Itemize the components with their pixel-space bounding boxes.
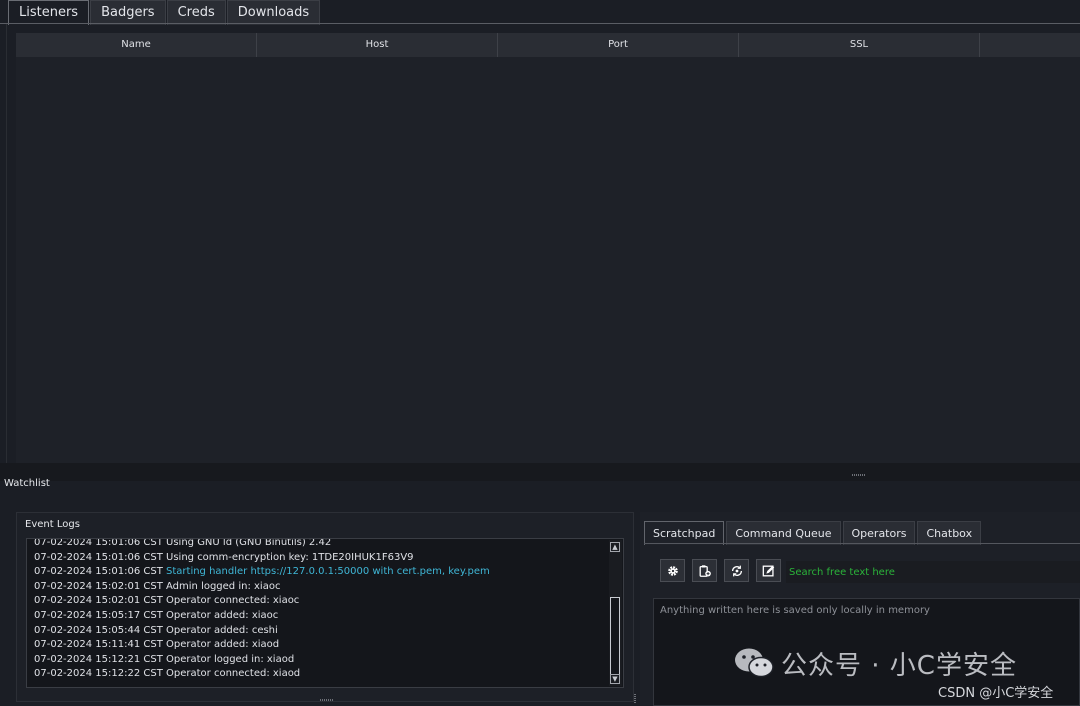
log-timestamp: 07-02-2024 15:11:41 CST: [34, 639, 167, 651]
watchlist-label: Watchlist: [4, 478, 50, 489]
log-timestamp: 07-02-2024 15:01:06 CST: [34, 538, 167, 548]
log-message: Operator connected: xiaoc: [166, 595, 300, 607]
log-message: Operator connected: xiaod: [166, 668, 301, 680]
log-message: Using comm-encryption key: 1TDE20IHUK1F6…: [166, 551, 414, 563]
log-scrollbar[interactable]: ▲ ▼: [609, 540, 622, 686]
log-timestamp: 07-02-2024 15:01:06 CST: [34, 566, 167, 578]
watermark-text: 公众号 · 小C学安全: [781, 650, 1017, 681]
scrollbar-thumb[interactable]: [610, 597, 620, 675]
log-line: 07-02-2024 15:01:06 CST Using GNU ld (GN…: [34, 538, 604, 551]
settings-button[interactable]: [660, 559, 685, 582]
tab-scratchpad[interactable]: Scratchpad: [644, 521, 725, 545]
log-line: 07-02-2024 15:11:41 CST Operator added: …: [34, 638, 604, 653]
main-tab-bar: Listeners Badgers Creds Downloads: [8, 0, 321, 25]
watermark-credit: CSDN @小C学安全: [938, 686, 1054, 701]
log-line: 07-02-2024 15:05:17 CST Operator added: …: [34, 609, 604, 624]
listeners-table-header: Name Host Port SSL: [16, 33, 1080, 57]
log-message: Operator added: xiaod: [166, 639, 280, 651]
tab-downloads[interactable]: Downloads: [226, 0, 321, 25]
refresh-button[interactable]: [724, 559, 749, 582]
log-message: Admin logged in: xiaoc: [166, 580, 281, 592]
panel-edge: [6, 24, 7, 464]
event-logs-title: Event Logs: [25, 519, 80, 530]
vertical-splitter-grip-icon[interactable]: [634, 694, 636, 704]
log-timestamp: 07-02-2024 15:12:21 CST: [34, 653, 167, 665]
column-header-filler: [980, 33, 1079, 57]
tab-badgers[interactable]: Badgers: [90, 0, 166, 25]
scratchpad-placeholder: Anything written here is saved only loca…: [660, 605, 930, 616]
pane-splitter[interactable]: [0, 463, 1080, 481]
log-timestamp: 07-02-2024 15:02:01 CST: [34, 580, 167, 592]
tab-divider: [0, 23, 1080, 24]
log-message: Operator added: ceshi: [166, 624, 278, 636]
log-line: 07-02-2024 15:12:22 CST Operator connect…: [34, 667, 604, 682]
log-line: 07-02-2024 15:12:21 CST Operator logged …: [34, 653, 604, 668]
splitter-grip-icon[interactable]: [320, 699, 334, 701]
column-header-name[interactable]: Name: [16, 33, 257, 57]
column-header-ssl[interactable]: SSL: [739, 33, 980, 57]
tab-command-queue[interactable]: Command Queue: [726, 521, 841, 545]
paste-button[interactable]: [692, 559, 717, 582]
splitter-grip-icon: [852, 474, 866, 476]
log-line: 07-02-2024 15:01:06 CST Using comm-encry…: [34, 551, 604, 566]
log-message: Using GNU ld (GNU Binutils) 2.42: [166, 538, 332, 548]
log-timestamp: 07-02-2024 15:05:17 CST: [34, 609, 167, 621]
refresh-icon: [731, 565, 742, 576]
event-log-lines: 07-02-2024 15:01:06 CST Using GNU ld (GN…: [34, 538, 604, 682]
log-timestamp: 07-02-2024 15:02:01 CST: [34, 595, 167, 607]
log-message: Starting handler https://127.0.0.1:50000…: [166, 566, 490, 578]
log-line: 07-02-2024 15:02:01 CST Operator connect…: [34, 594, 604, 609]
search-input[interactable]: [786, 561, 1080, 583]
tab-listeners[interactable]: Listeners: [8, 0, 90, 25]
scratchpad-toolbar: [660, 559, 788, 584]
gear-icon: [667, 565, 678, 576]
tab-divider: [644, 543, 1080, 544]
log-line: 07-02-2024 15:02:01 CST Admin logged in:…: [34, 580, 604, 595]
event-log-list[interactable]: 07-02-2024 15:01:06 CST Using GNU ld (GN…: [26, 538, 624, 688]
scroll-down-icon[interactable]: ▼: [610, 674, 620, 684]
tab-chatbox[interactable]: Chatbox: [917, 521, 982, 545]
log-message: Operator added: xiaoc: [166, 609, 279, 621]
log-timestamp: 07-02-2024 15:12:22 CST: [34, 668, 167, 680]
wechat-icon: [735, 648, 774, 678]
watermark: 公众号 · 小C学安全: [733, 643, 1017, 683]
tab-operators[interactable]: Operators: [842, 521, 916, 545]
log-line: 07-02-2024 15:05:44 CST Operator added: …: [34, 624, 604, 639]
tab-creds[interactable]: Creds: [166, 0, 226, 25]
listeners-table-body[interactable]: [16, 57, 1080, 463]
column-header-port[interactable]: Port: [498, 33, 739, 57]
clipboard-add-icon: [699, 564, 711, 577]
edit-icon: [762, 565, 774, 576]
log-timestamp: 07-02-2024 15:01:06 CST: [34, 551, 167, 563]
edit-button[interactable]: [756, 559, 781, 582]
bottom-tab-bar: Scratchpad Command Queue Operators Chatb…: [644, 521, 983, 545]
column-header-host[interactable]: Host: [257, 33, 498, 57]
scroll-up-icon[interactable]: ▲: [610, 542, 620, 552]
log-message: Operator logged in: xiaod: [166, 653, 295, 665]
log-line: 07-02-2024 15:01:06 CST Starting handler…: [34, 565, 604, 580]
log-timestamp: 07-02-2024 15:05:44 CST: [34, 624, 167, 636]
